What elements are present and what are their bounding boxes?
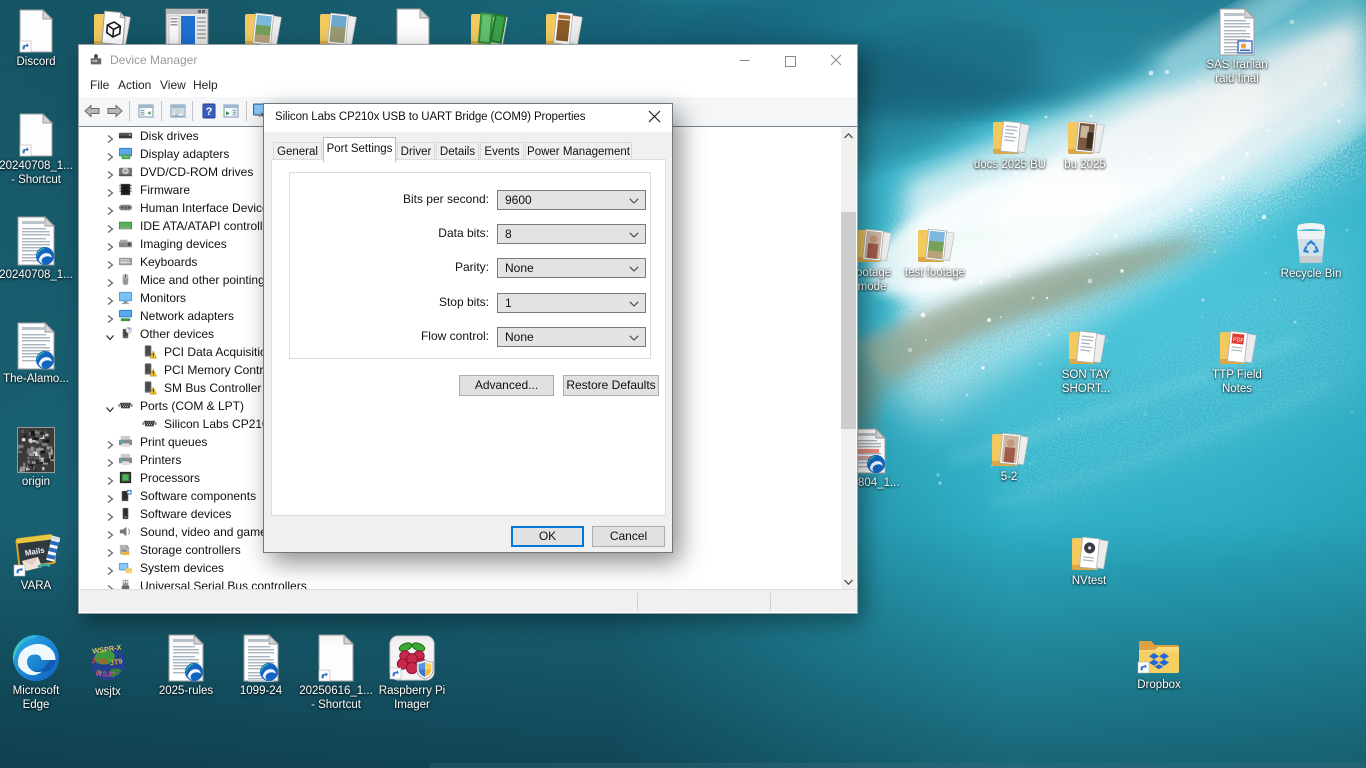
svg-text:?: ? [128,328,131,334]
svg-text:WSJT: WSJT [95,669,117,680]
svg-text:JT65: JT65 [91,656,108,666]
svg-text:?: ? [206,106,213,118]
svg-text:PDF: PDF [1233,337,1245,344]
